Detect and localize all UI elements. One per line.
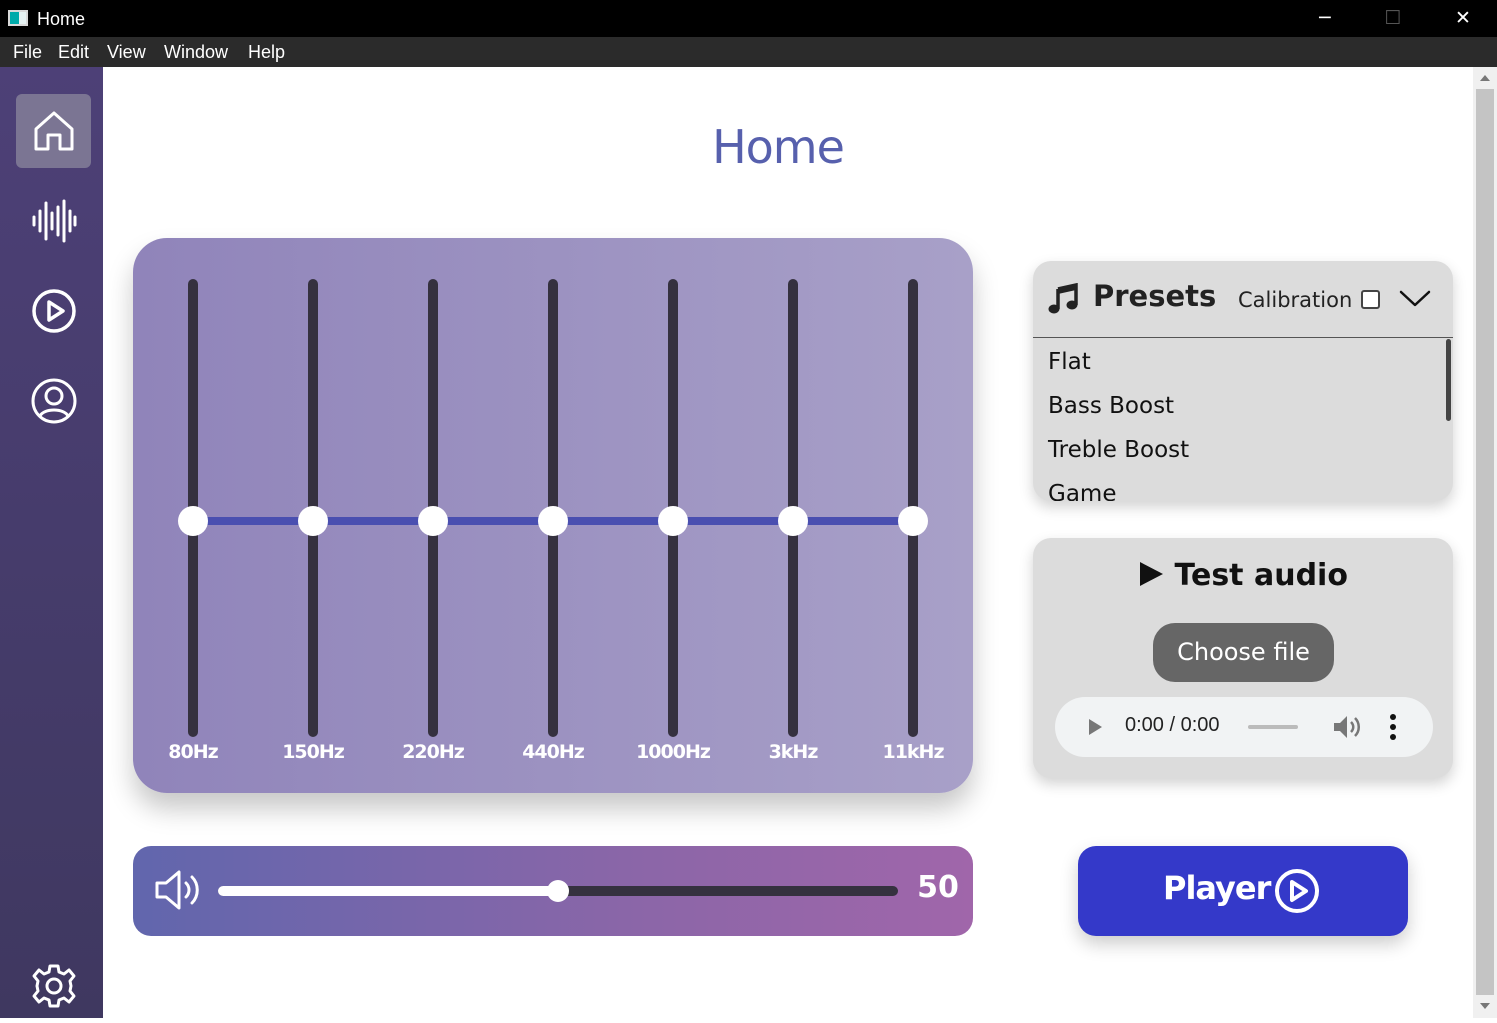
eq-knob-80hz[interactable] — [178, 506, 208, 536]
nav-equalizer[interactable] — [16, 184, 91, 258]
menu-edit[interactable]: Edit — [58, 42, 89, 63]
audio-player: 0:00 / 0:00 — [1055, 697, 1433, 757]
window-title: Home — [37, 9, 86, 29]
nav-profile[interactable] — [16, 364, 91, 438]
page-scrollbar[interactable] — [1473, 67, 1497, 1018]
equalizer-sliders[interactable] — [133, 238, 973, 793]
audio-progress-bar[interactable] — [1248, 725, 1298, 729]
maximize-button[interactable]: ☐ — [1358, 0, 1428, 37]
eq-label-440hz: 440Hz — [522, 741, 585, 763]
minimize-button[interactable]: ─ — [1290, 0, 1360, 37]
nav-home[interactable] — [16, 94, 91, 168]
play-circle-icon — [1275, 869, 1319, 913]
chevron-down-icon[interactable] — [1398, 283, 1432, 313]
eq-label-80hz: 80Hz — [168, 741, 218, 763]
preset-item-bass-boost[interactable]: Bass Boost — [1048, 393, 1174, 419]
equalizer-panel: 80Hz 150Hz 220Hz 440Hz 1000Hz 3kHz 11kHz — [133, 238, 973, 793]
player-button[interactable]: Player — [1078, 846, 1408, 936]
play-icon — [1140, 562, 1164, 586]
preset-list: Flat Bass Boost Treble Boost Game — [1033, 339, 1453, 501]
eq-label-220hz: 220Hz — [402, 741, 465, 763]
preset-list-scrollbar[interactable] — [1446, 339, 1451, 421]
menu-bar: File Edit View Window Help — [0, 37, 1497, 67]
scroll-thumb[interactable] — [1476, 89, 1494, 995]
nav-settings[interactable] — [16, 949, 91, 1023]
test-audio-label: Test audio — [1174, 558, 1348, 593]
calibration-checkbox[interactable] — [1361, 290, 1380, 309]
presets-title: Presets — [1093, 279, 1217, 313]
menu-help[interactable]: Help — [248, 42, 285, 63]
volume-value: 50 — [917, 870, 959, 905]
audio-play-icon[interactable] — [1085, 717, 1105, 737]
eq-label-3khz: 3kHz — [768, 741, 819, 763]
nav-player[interactable] — [16, 274, 91, 348]
eq-knob-1000hz[interactable] — [658, 506, 688, 536]
title-bar: Home ─ ☐ ✕ — [0, 0, 1497, 37]
volume-slider[interactable] — [213, 871, 903, 911]
more-options-icon[interactable] — [1385, 711, 1401, 743]
scroll-up-icon[interactable] — [1479, 73, 1491, 83]
eq-label-150hz: 150Hz — [282, 741, 345, 763]
test-audio-panel: Test audio Choose file 0:00 / 0:00 — [1033, 538, 1453, 778]
gear-icon — [32, 964, 75, 1008]
eq-knob-220hz[interactable] — [418, 506, 448, 536]
eq-label-11khz: 11kHz — [882, 741, 944, 763]
preset-item-treble-boost[interactable]: Treble Boost — [1048, 437, 1189, 463]
scroll-down-icon[interactable] — [1479, 1001, 1491, 1011]
preset-item-game[interactable]: Game — [1048, 481, 1116, 501]
calibration-label: Calibration — [1238, 288, 1353, 312]
preset-item-flat[interactable]: Flat — [1048, 349, 1091, 375]
user-circle-icon — [31, 378, 76, 424]
eq-knob-440hz[interactable] — [538, 506, 568, 536]
menu-view[interactable]: View — [107, 42, 146, 63]
menu-window[interactable]: Window — [164, 42, 228, 63]
eq-knob-11khz[interactable] — [898, 506, 928, 536]
audio-time: 0:00 / 0:00 — [1125, 714, 1220, 736]
menu-file[interactable]: File — [13, 42, 42, 63]
eq-label-1000hz: 1000Hz — [636, 741, 711, 763]
music-note-icon — [1048, 283, 1078, 314]
choose-file-button[interactable]: Choose file — [1153, 623, 1334, 682]
close-button[interactable]: ✕ — [1428, 0, 1497, 37]
test-audio-title: Test audio — [1033, 558, 1453, 593]
page-title: Home — [712, 120, 845, 174]
volume-panel: 50 — [133, 846, 973, 936]
eq-knob-150hz[interactable] — [298, 506, 328, 536]
volume-knob[interactable] — [547, 880, 569, 902]
speaker-icon[interactable] — [153, 866, 205, 914]
audio-volume-icon[interactable] — [1331, 713, 1361, 741]
app-icon — [8, 10, 28, 26]
eq-knob-3khz[interactable] — [778, 506, 808, 536]
play-circle-icon — [31, 289, 76, 333]
sidebar — [0, 67, 103, 1018]
home-icon — [34, 111, 73, 151]
waveform-icon — [32, 199, 76, 243]
presets-panel: Presets Calibration Flat Bass Boost Treb… — [1033, 261, 1453, 501]
player-label: Player — [1163, 869, 1271, 907]
presets-header[interactable]: Presets Calibration — [1033, 261, 1453, 338]
